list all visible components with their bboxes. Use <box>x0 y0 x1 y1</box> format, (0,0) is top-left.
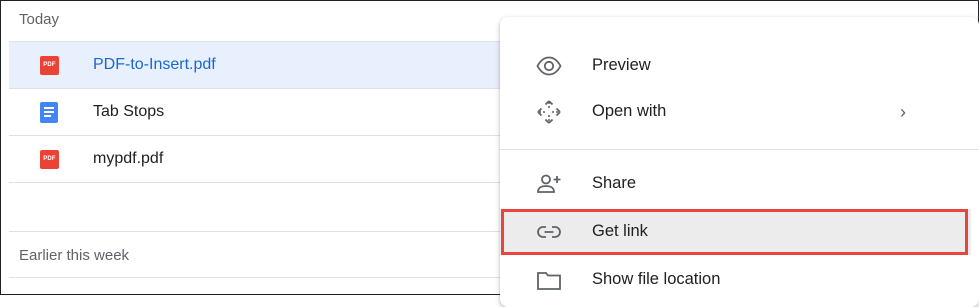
get-link-highlight-annotation <box>501 209 968 255</box>
file-name: Tab Stops <box>93 103 165 120</box>
menu-item-label: Show file location <box>592 270 721 288</box>
file-name: PDF-to-Insert.pdf <box>93 56 216 73</box>
menu-item-show-file-location[interactable]: Show file location <box>500 257 971 303</box>
add-person-icon <box>537 174 561 193</box>
menu-divider <box>500 149 979 150</box>
folder-icon <box>537 272 561 290</box>
context-menu: Preview Open with › Share Get link Show … <box>500 17 979 307</box>
move-icon <box>537 100 561 124</box>
pdf-file-icon: PDF <box>40 56 59 75</box>
section-header-today: Today <box>19 11 60 28</box>
menu-item-label: Preview <box>592 56 651 74</box>
menu-item-share[interactable]: Share <box>500 161 971 207</box>
menu-item-label: Share <box>592 174 637 192</box>
section-header-earlier-this-week: Earlier this week <box>19 247 130 264</box>
menu-item-label: Open with <box>592 102 667 120</box>
menu-item-open-with[interactable]: Open with › <box>500 89 971 135</box>
pdf-file-icon: PDF <box>40 150 59 169</box>
chevron-right-icon: › <box>900 102 906 122</box>
eye-icon <box>536 56 562 76</box>
google-doc-icon <box>40 102 58 123</box>
file-name: mypdf.pdf <box>93 150 164 167</box>
menu-item-preview[interactable]: Preview <box>500 43 971 89</box>
